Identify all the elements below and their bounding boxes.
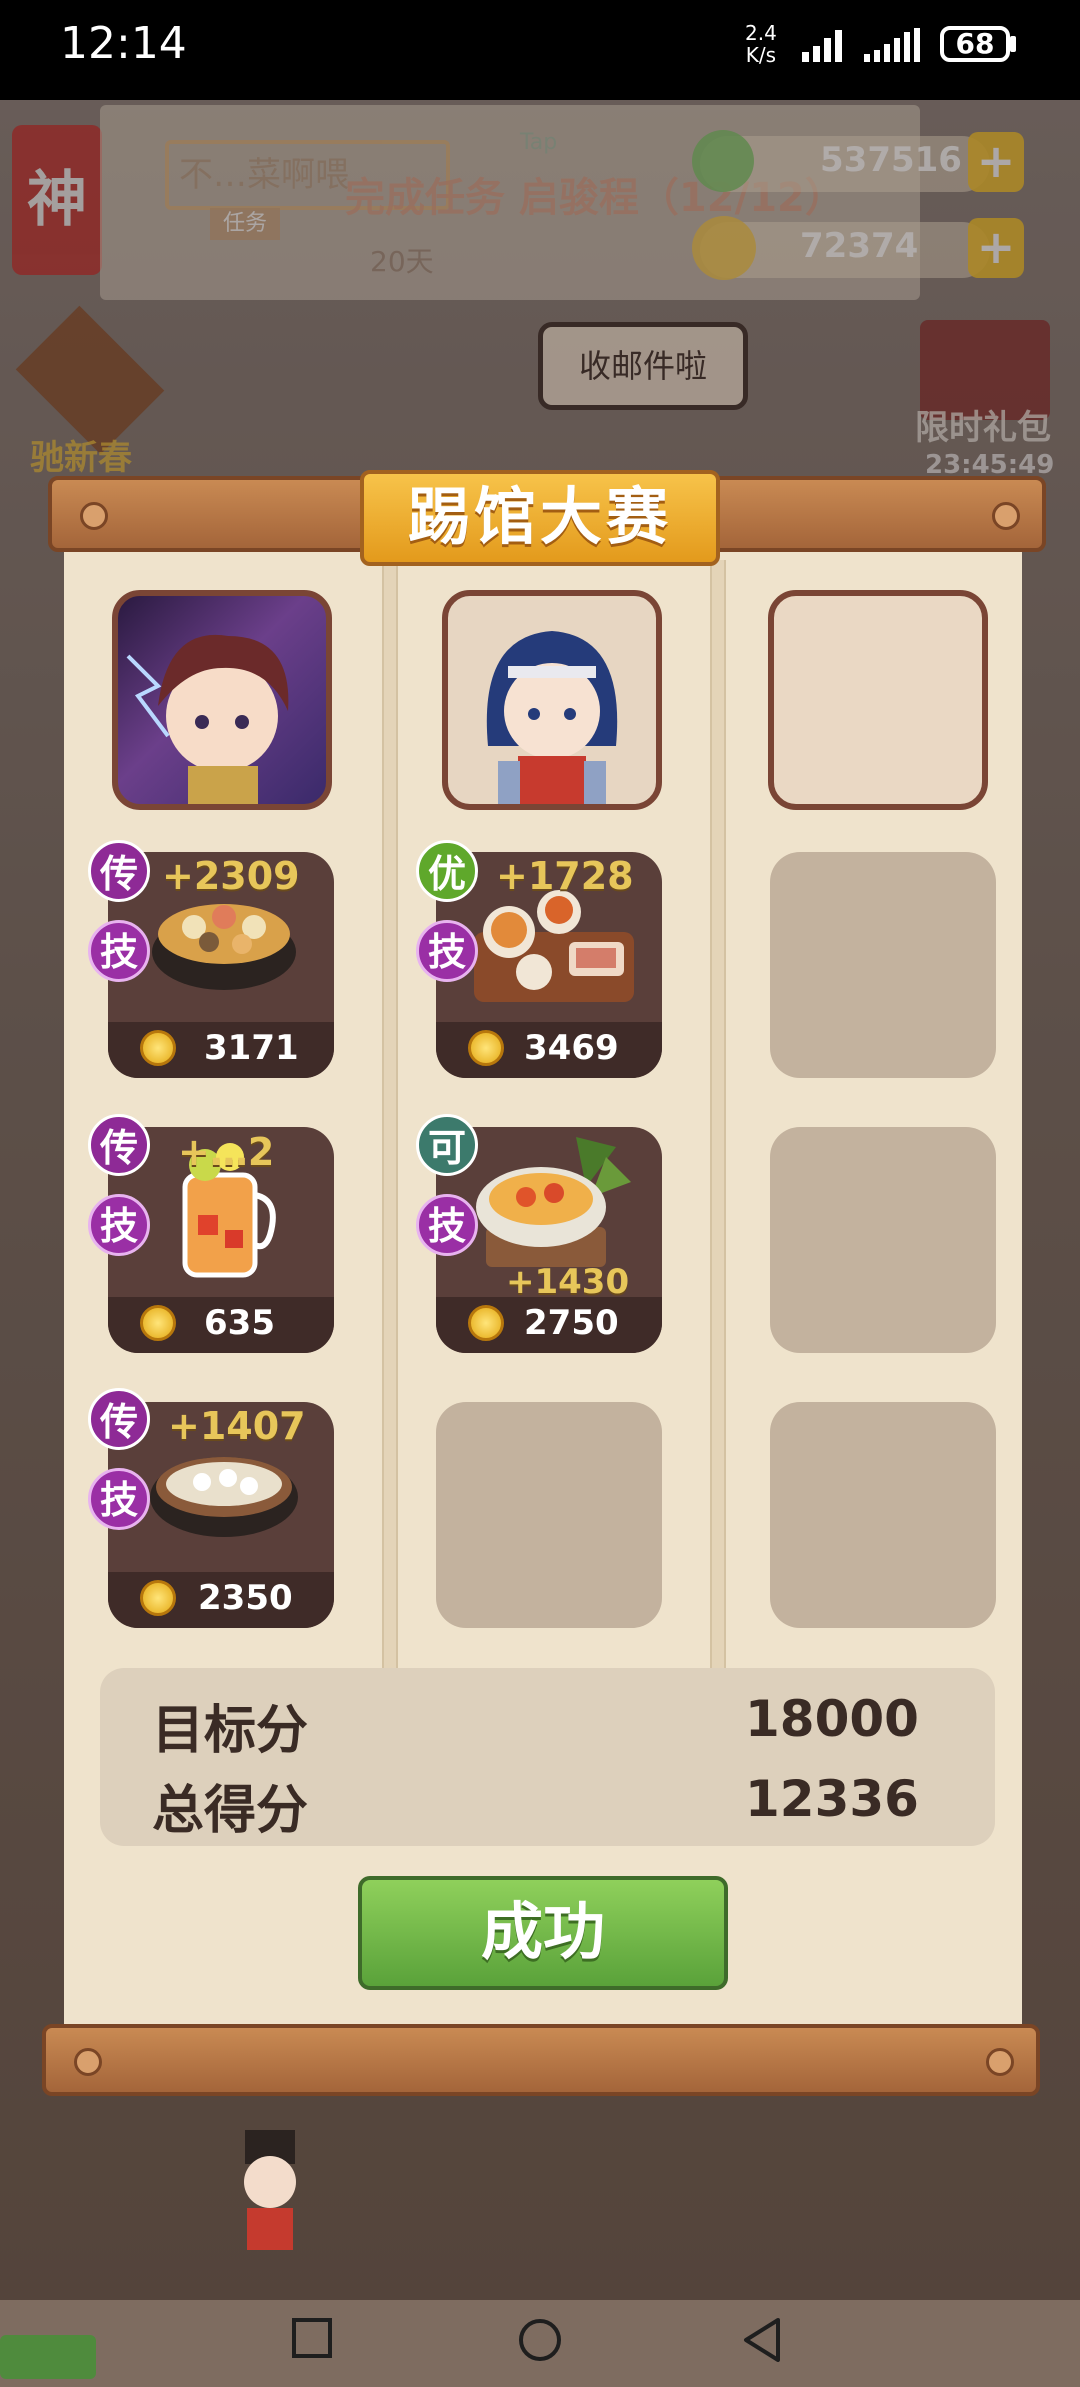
empty-dish-slot[interactable] bbox=[770, 852, 996, 1078]
network-speed-value: 2.4 bbox=[745, 21, 777, 45]
roller-rivet bbox=[74, 2048, 102, 2076]
network-speed-unit: K/s bbox=[745, 43, 777, 67]
dish-bonus: +…2 bbox=[178, 1130, 275, 1174]
column-divider bbox=[710, 560, 726, 1670]
empty-dish-slot[interactable] bbox=[770, 1402, 996, 1628]
skill-badge: 技 bbox=[416, 920, 478, 982]
coin-icon bbox=[468, 1030, 504, 1066]
rank-badge: 优 bbox=[416, 840, 478, 902]
roller-rivet bbox=[986, 2048, 1014, 2076]
dish-bonus: +2309 bbox=[162, 854, 300, 898]
dish-price: 2350 bbox=[198, 1578, 293, 1618]
rank-badge: 可 bbox=[416, 1114, 478, 1176]
clock: 12:14 bbox=[60, 18, 187, 69]
skill-badge: 技 bbox=[88, 920, 150, 982]
battery-indicator: 68 bbox=[940, 26, 1010, 62]
dish-bonus: +1430 bbox=[506, 1262, 630, 1302]
roller-rivet bbox=[992, 502, 1020, 530]
chef-blue-hair-icon bbox=[486, 631, 618, 804]
total-score-label: 总得分 bbox=[152, 1781, 309, 1841]
coin-icon bbox=[140, 1580, 176, 1616]
dish-price: 3171 bbox=[204, 1028, 299, 1068]
dish-price: 3469 bbox=[524, 1028, 619, 1068]
battery-cap bbox=[1010, 36, 1016, 52]
home-icon[interactable] bbox=[518, 2318, 562, 2362]
toggle-switch[interactable] bbox=[0, 2335, 96, 2379]
dish-price: 635 bbox=[204, 1303, 275, 1343]
rank-badge: 传 bbox=[88, 1114, 150, 1176]
panel-bottom-roller bbox=[42, 2024, 1040, 2096]
total-score-value: 12336 bbox=[745, 1770, 919, 1828]
npc-character-icon[interactable] bbox=[225, 2130, 315, 2260]
roller-rivet bbox=[80, 502, 108, 530]
skill-badge: 技 bbox=[88, 1468, 150, 1530]
rank-badge: 传 bbox=[88, 1388, 150, 1450]
chef-portrait-2[interactable] bbox=[442, 590, 662, 810]
empty-dish-slot[interactable] bbox=[770, 1127, 996, 1353]
noodle-bowl-icon bbox=[476, 1137, 631, 1267]
network-speed: 2.4 K/s bbox=[745, 22, 777, 66]
coin-icon bbox=[140, 1030, 176, 1066]
target-score-label: 目标分 bbox=[152, 1701, 309, 1761]
chef-portrait-1[interactable] bbox=[112, 590, 332, 810]
signal-icon bbox=[802, 30, 842, 62]
column-divider bbox=[382, 560, 398, 1670]
rank-badge: 传 bbox=[88, 840, 150, 902]
recent-apps-icon[interactable] bbox=[292, 2318, 332, 2358]
skill-badge: 技 bbox=[416, 1194, 478, 1256]
dish-bonus: +1728 bbox=[496, 854, 634, 898]
skill-badge: 技 bbox=[88, 1194, 150, 1256]
success-button[interactable]: 成功 bbox=[358, 1876, 728, 1990]
panel-title: 踢馆大赛 bbox=[360, 470, 720, 566]
signal-2-icon bbox=[864, 28, 920, 62]
dish-price: 2750 bbox=[524, 1303, 619, 1343]
status-bar: 12:14 2.4 K/s 68 bbox=[0, 0, 1080, 100]
empty-dish-slot[interactable] bbox=[436, 1402, 662, 1628]
target-score-value: 18000 bbox=[745, 1690, 919, 1748]
coin-icon bbox=[468, 1305, 504, 1341]
coin-icon bbox=[140, 1305, 176, 1341]
chef-red-hair-icon bbox=[126, 634, 289, 804]
score-summary: 目标分 18000 总得分 12336 bbox=[100, 1668, 995, 1846]
dumpling-bowl-icon bbox=[150, 1457, 298, 1537]
npc-figure bbox=[244, 2130, 296, 2250]
chef-portrait-empty[interactable] bbox=[768, 590, 988, 810]
back-icon[interactable] bbox=[742, 2318, 782, 2362]
dish-bonus: +1407 bbox=[168, 1404, 306, 1448]
